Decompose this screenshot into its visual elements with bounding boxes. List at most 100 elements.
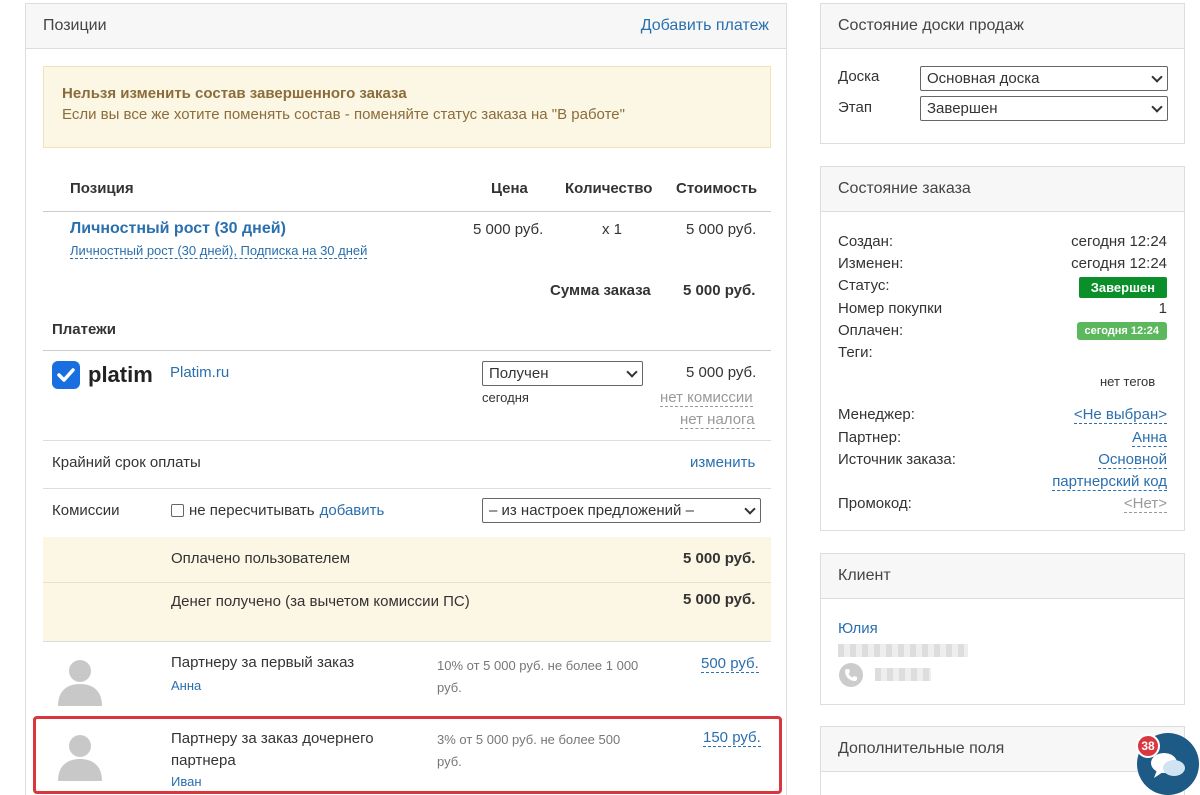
- no-tax-link[interactable]: нет налога: [680, 411, 755, 429]
- paid-row: Оплачен: сегодня 12:24: [838, 322, 1167, 340]
- item-name-link[interactable]: Личностный рост (30 дней): [70, 220, 286, 238]
- payment-amount: 5 000 руб.: [686, 364, 757, 381]
- client-phone-redacted: [875, 668, 931, 681]
- chevron-down-icon: [1151, 70, 1163, 83]
- chevron-down-icon: [744, 502, 756, 515]
- phone-icon: [839, 663, 863, 687]
- divider: [43, 641, 771, 642]
- status-label: Статус:: [838, 277, 890, 294]
- check-icon: [52, 361, 80, 389]
- divider: [43, 440, 771, 441]
- board-label: Доска: [838, 68, 880, 85]
- payments-label: Платежи: [52, 321, 116, 338]
- commission-select[interactable]: – из настроек предложений –: [482, 498, 761, 523]
- no-recalc-checkbox[interactable]: [171, 504, 184, 517]
- created-value: сегодня 12:24: [1071, 233, 1167, 250]
- warning-text: Если вы все же хотите поменять состав - …: [62, 106, 625, 123]
- chevron-down-icon: [626, 365, 638, 378]
- commissions-label: Комиссии: [52, 502, 120, 519]
- extra-fields-title: Дополнительные поля: [821, 727, 1184, 772]
- paid-summary-band: [43, 537, 771, 641]
- paid-by-user-value: 5 000 руб.: [683, 550, 756, 567]
- deadline-change-link[interactable]: изменить: [690, 454, 755, 471]
- col-cost: Стоимость: [676, 180, 758, 197]
- chevron-down-icon: [1151, 100, 1163, 113]
- manager-label: Менеджер:: [838, 406, 915, 423]
- item-price: 5 000 руб.: [473, 221, 544, 238]
- payment-status-value: Получен: [489, 365, 549, 382]
- add-commission-link[interactable]: добавить: [320, 502, 385, 519]
- divider: [43, 350, 771, 351]
- tags-value: нет тегов: [1100, 374, 1156, 389]
- stage-select[interactable]: Завершен: [920, 96, 1168, 121]
- order-state-panel: Состояние заказа Создан: сегодня 12:24 И…: [820, 166, 1185, 531]
- platim-logo: platim: [52, 361, 153, 389]
- board-select-value: Основная доска: [927, 70, 1040, 87]
- highlight-frame: [33, 716, 782, 794]
- paid-badge: сегодня 12:24: [1076, 322, 1167, 340]
- tags-label: Теги:: [838, 344, 873, 361]
- payment-status-select[interactable]: Получен: [482, 361, 643, 386]
- modified-row: Изменен: сегодня 12:24: [838, 255, 1167, 272]
- status-badge: Завершен: [1078, 277, 1167, 298]
- extra-fields-panel: Дополнительные поля: [820, 726, 1185, 795]
- created-row: Создан: сегодня 12:24: [838, 233, 1167, 250]
- positions-header: Позиции Добавить платеж: [26, 4, 786, 49]
- warning-title: Нельзя изменить состав завершенного зака…: [62, 85, 407, 102]
- client-panel: Клиент Юлия: [820, 553, 1185, 705]
- modified-label: Изменен:: [838, 255, 904, 272]
- no-recalc-checkbox-group: не пересчитывать добавить: [171, 502, 384, 519]
- partner-label: Партнер:: [838, 429, 902, 446]
- client-name-link[interactable]: Юлия: [838, 620, 878, 637]
- source-label: Источник заказа:: [838, 451, 956, 468]
- paid-by-user-label: Оплачено пользователем: [171, 550, 351, 567]
- manager-row: Менеджер: <Не выбран>: [838, 406, 1167, 424]
- partner-1-amount-link[interactable]: 500 руб.: [701, 655, 759, 673]
- created-label: Создан:: [838, 233, 894, 250]
- col-position: Позиция: [70, 180, 134, 197]
- purchase-label: Номер покупки: [838, 300, 943, 317]
- partner-1-title: Партнеру за первый заказ: [171, 654, 355, 671]
- partner-1-name-link[interactable]: Анна: [171, 678, 201, 693]
- source-row: Источник заказа: Основной: [838, 451, 1167, 469]
- order-state-title: Состояние заказа: [821, 167, 1184, 212]
- status-row: Статус: Завершен: [838, 277, 1167, 298]
- paid-label: Оплачен:: [838, 322, 904, 339]
- client-title: Клиент: [821, 554, 1184, 599]
- payment-provider-link[interactable]: Platim.ru: [170, 364, 229, 381]
- modified-value: сегодня 12:24: [1071, 255, 1167, 272]
- board-panel-title: Состояние доски продаж: [821, 4, 1184, 49]
- tags-row: Теги:: [838, 344, 1167, 361]
- no-recalc-label: не пересчитывать: [189, 502, 315, 519]
- divider: [43, 582, 771, 583]
- no-commission-link[interactable]: нет комиссии: [660, 389, 753, 407]
- payment-date: сегодня: [482, 390, 529, 405]
- source-link[interactable]: Основной: [1098, 451, 1167, 469]
- item-quantity: x 1: [602, 221, 623, 238]
- board-select[interactable]: Основная доска: [920, 66, 1168, 91]
- positions-panel: Позиции Добавить платеж Нельзя изменить …: [25, 3, 787, 795]
- divider: [43, 488, 771, 489]
- add-payment-link[interactable]: Добавить платеж: [641, 17, 769, 35]
- total-label: Сумма заказа: [550, 282, 651, 299]
- col-price: Цена: [491, 180, 528, 197]
- purchase-value: 1: [1158, 300, 1167, 317]
- total-value: 5 000 руб.: [683, 282, 756, 299]
- partner-1-rule: 10% от 5 000 руб. не более 1 000 руб.: [437, 658, 639, 695]
- warning-alert: Нельзя изменить состав завершенного зака…: [43, 66, 771, 148]
- board-panel: Состояние доски продаж Доска Основная до…: [820, 3, 1185, 144]
- promo-row: Промокод: <Нет>: [838, 495, 1167, 513]
- received-value: 5 000 руб.: [683, 591, 756, 608]
- source-link-2[interactable]: партнерский код: [1052, 473, 1167, 491]
- received-label: Денег получено (за вычетом комиссии ПС): [171, 593, 470, 610]
- avatar: [58, 660, 102, 706]
- item-cost: 5 000 руб.: [686, 221, 757, 238]
- partner-row: Партнер: Анна: [838, 429, 1167, 447]
- promo-link[interactable]: <Нет>: [1123, 495, 1167, 513]
- manager-link[interactable]: <Не выбран>: [1073, 406, 1167, 424]
- promo-label: Промокод:: [838, 495, 912, 512]
- positions-title: Позиции: [43, 17, 107, 34]
- partner-link[interactable]: Анна: [1132, 429, 1167, 447]
- deadline-label: Крайний срок оплаты: [52, 454, 201, 471]
- item-sub-link[interactable]: Личностный рост (30 дней), Подписка на 3…: [70, 243, 368, 259]
